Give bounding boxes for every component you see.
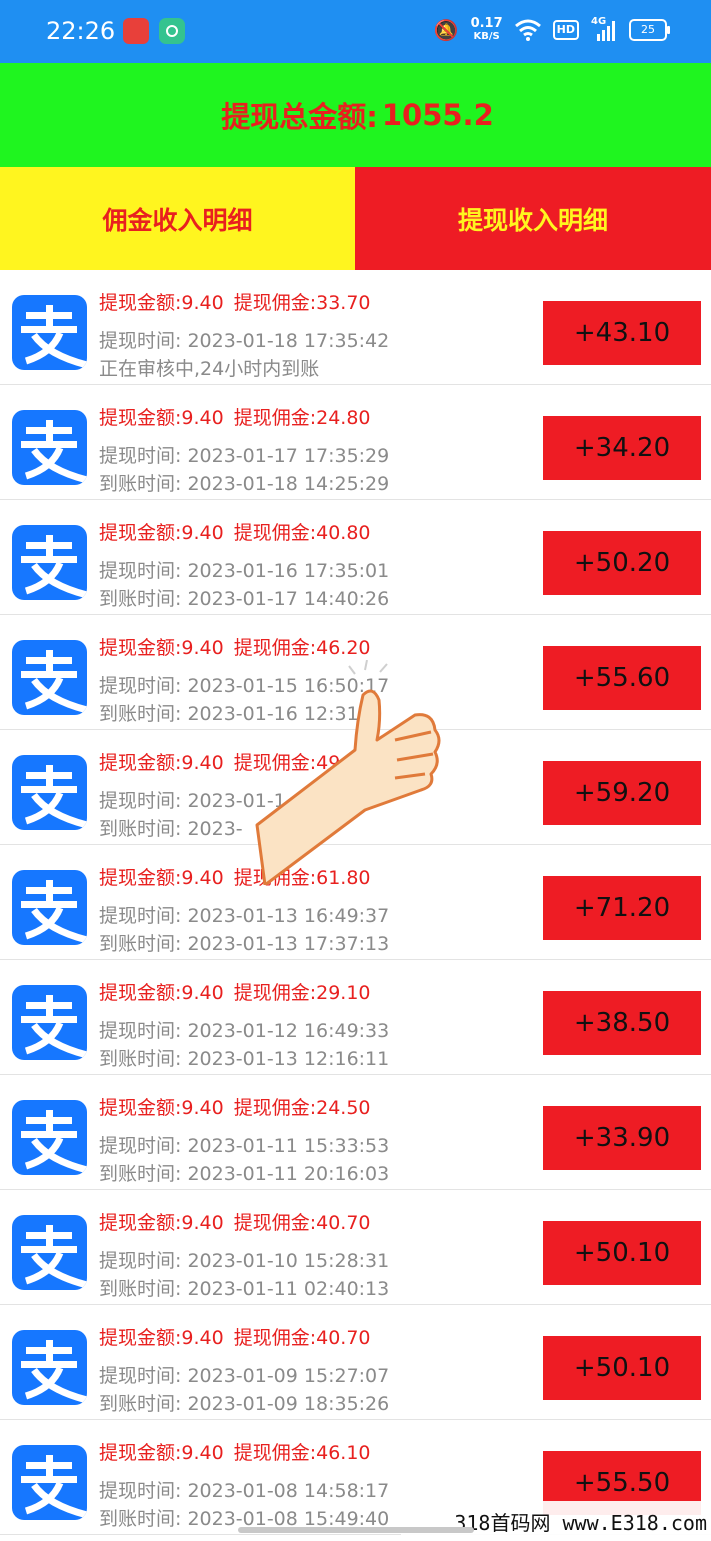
total-label: 提现总金额: [221,100,378,134]
arrival-status: 到账时间: 2023-01-18 14:25:29 [99,473,390,495]
withdrawal-summary: 提现金额:9.40 提现佣金:29.10 [99,978,371,1005]
withdraw-time: 提现时间: 2023-01-08 14:58:17 [99,1480,390,1502]
withdrawal-summary: 提现金额:9.40 提现佣金:33.70 [99,288,371,315]
arrival-status: 到账时间: 2023- [99,818,243,840]
withdraw-amount: 提现金额:9.40 [99,637,224,659]
arrival-status: 正在审核中,24小时内到账 [99,358,320,380]
arrival-status: 到账时间: 2023-01-13 17:37:13 [99,933,390,955]
total-amount-badge: +55.60 [543,646,701,710]
withdrawal-summary: 提现金额:9.40 提现佣金:46.10 [99,1438,371,1465]
alipay-icon [12,1330,87,1405]
withdrawal-record-list: 提现金额:9.40 提现佣金:33.70 提现时间: 2023-01-18 17:… [0,270,711,1535]
alipay-icon [12,410,87,485]
total-amount-badge: +71.20 [543,876,701,940]
alipay-icon [12,1100,87,1175]
withdraw-commission: 提现佣金:40.70 [233,1212,371,1234]
watermark: 318首码网 www.E318.com [401,1501,711,1541]
tab-bar: 佣金收入明细 提现收入明细 [0,167,711,270]
list-item[interactable]: 提现金额:9.40 提现佣金:40.70 提现时间: 2023-01-10 15:… [0,1190,711,1305]
withdrawal-summary: 提现金额:9.40 提现佣金:40.70 [99,1323,371,1350]
arrival-status: 到账时间: 2023-01-17 14:40:26 [99,588,390,610]
arrival-status: 到账时间: 2023-01-13 12:16:11 [99,1048,390,1070]
withdraw-time: 提现时间: 2023-01-17 17:35:29 [99,445,390,467]
arrival-status: 到账时间: 2023-01-11 20:16:03 [99,1163,390,1185]
alipay-icon [12,640,87,715]
list-item[interactable]: 提现金额:9.40 提现佣金:33.70 提现时间: 2023-01-18 17:… [0,270,711,385]
tab-withdrawal-income[interactable]: 提现收入明细 [355,167,711,270]
network-speed-value: 0.17 [470,16,503,31]
network-speed: 0.17 KB/S [471,17,503,43]
battery-icon: 25 [629,19,670,41]
withdraw-time: 提现时间: 2023-01-16 17:35:01 [99,560,390,582]
withdraw-time: 提现时间: 2023-01-11 15:33:53 [99,1135,390,1157]
alipay-icon [12,1445,87,1520]
withdraw-amount: 提现金额:9.40 [99,407,224,429]
withdraw-amount: 提现金额:9.40 [99,522,224,544]
withdraw-amount: 提现金额:9.40 [99,982,224,1004]
withdraw-time: 提现时间: 2023-01-13 16:49:37 [99,905,390,927]
withdraw-time: 提现时间: 2023-01-10 15:28:31 [99,1250,390,1272]
mute-bell-icon: 🔕 [433,18,459,42]
list-item[interactable]: 提现金额:9.40 提现佣金:40.70 提现时间: 2023-01-09 15:… [0,1305,711,1420]
withdraw-commission: 提现佣金:33.70 [233,292,371,314]
withdraw-time: 提现时间: 2023-01-18 17:35:42 [99,330,390,352]
notification-app-icon [123,18,149,44]
total-amount-badge: +50.20 [543,531,701,595]
total-amount-badge: +38.50 [543,991,701,1055]
hd-icon: HD [552,20,579,40]
alipay-icon [12,295,87,370]
clock: 22:26 [46,17,116,45]
total-amount-badge: +34.20 [543,416,701,480]
alipay-icon [12,755,87,830]
gesture-navigation-bar[interactable] [238,1527,474,1533]
withdraw-commission: 提现佣金:24.50 [233,1097,371,1119]
notification-app-icon-2 [159,18,185,44]
withdrawal-summary: 提现金额:9.40 提现佣金:24.50 [99,1093,371,1120]
list-item[interactable]: 提现金额:9.40 提现佣金:24.80 提现时间: 2023-01-17 17:… [0,385,711,500]
list-item[interactable]: 提现金额:9.40 提现佣金:24.50 提现时间: 2023-01-11 15:… [0,1075,711,1190]
withdraw-amount: 提现金额:9.40 [99,752,224,774]
withdraw-amount: 提现金额:9.40 [99,292,224,314]
list-item[interactable]: 提现金额:9.40 提现佣金:40.80 提现时间: 2023-01-16 17:… [0,500,711,615]
withdrawal-summary: 提现金额:9.40 提现佣金:46.20 [99,633,371,660]
total-amount-badge: +43.10 [543,301,701,365]
withdraw-amount: 提现金额:9.40 [99,1327,224,1349]
alipay-icon [12,525,87,600]
total-amount-badge: +59.20 [543,761,701,825]
alipay-icon [12,985,87,1060]
withdraw-amount: 提现金额:9.40 [99,1212,224,1234]
withdrawal-summary: 提现金额:9.40 提现佣金:40.70 [99,1208,371,1235]
network-speed-unit: KB/S [473,31,500,42]
withdraw-commission: 提现佣金:46.20 [233,637,371,659]
wifi-icon [514,19,541,41]
withdraw-amount: 提现金额:9.40 [99,867,224,889]
total-amount-badge: +50.10 [543,1336,701,1400]
alipay-icon [12,870,87,945]
withdraw-commission: 提现佣金:29.10 [233,982,371,1004]
total-amount-badge: +33.90 [543,1106,701,1170]
withdraw-commission: 提现佣金:40.80 [233,522,371,544]
thumbs-up-icon [255,660,441,885]
total-withdrawal-banner: 提现总金额: 1055.2 [0,63,711,167]
withdraw-commission: 提现佣金:40.70 [233,1327,371,1349]
list-item[interactable]: 提现金额:9.40 提现佣金:29.10 提现时间: 2023-01-12 16:… [0,960,711,1075]
withdraw-amount: 提现金额:9.40 [99,1097,224,1119]
withdrawal-summary: 提现金额:9.40 提现佣金:40.80 [99,518,371,545]
withdraw-time: 提现时间: 2023-01-12 16:49:33 [99,1020,390,1042]
alipay-icon [12,1215,87,1290]
withdrawal-summary: 提现金额:9.40 提现佣金:24.80 [99,403,371,430]
total-value: 1055.2 [381,98,494,132]
signal-icon: 4G [591,16,617,42]
total-amount-badge: +50.10 [543,1221,701,1285]
withdraw-commission: 提现佣金:46.10 [233,1442,371,1464]
withdraw-amount: 提现金额:9.40 [99,1442,224,1464]
withdraw-time: 提现时间: 2023-01-09 15:27:07 [99,1365,390,1387]
arrival-status: 到账时间: 2023-01-09 18:35:26 [99,1393,390,1415]
status-icons: 🔕 0.17 KB/S HD 4G 25 [433,16,670,44]
arrival-status: 到账时间: 2023-01-11 02:40:13 [99,1278,390,1300]
withdraw-commission: 提现佣金:24.80 [233,407,371,429]
tab-commission-income[interactable]: 佣金收入明细 [0,167,355,270]
status-bar: 22:26 🔕 0.17 KB/S HD 4G 25 [0,0,711,63]
